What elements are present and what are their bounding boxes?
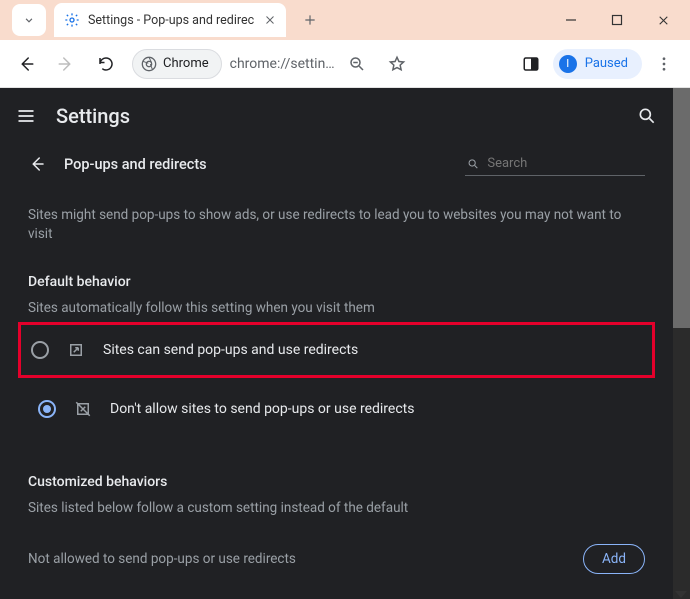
- tab-title: Settings - Pop-ups and redirec: [88, 13, 254, 28]
- minimize-icon: [565, 14, 577, 26]
- chrome-origin-chip[interactable]: Chrome: [132, 49, 222, 79]
- bookmark-button[interactable]: [379, 46, 415, 82]
- maximize-icon: [611, 14, 623, 26]
- chevron-down-icon: [22, 13, 36, 27]
- url-text: chrome://settin…: [230, 56, 335, 72]
- not-allowed-row: Not allowed to send pop-ups or use redir…: [28, 544, 645, 574]
- option-block-label: Don't allow sites to send pop-ups or use…: [110, 401, 414, 417]
- default-behavior-title: Default behavior: [28, 274, 645, 290]
- subheader-search[interactable]: [465, 152, 645, 176]
- settings-gear-icon: [64, 12, 80, 28]
- radio-unselected[interactable]: [31, 341, 49, 359]
- hamburger-icon: [16, 106, 36, 126]
- window-titlebar: Settings - Pop-ups and redirec: [0, 0, 690, 40]
- block-external-icon: [74, 400, 92, 418]
- vertical-scrollbar[interactable]: [673, 88, 690, 599]
- kebab-icon: [655, 55, 673, 73]
- page-description: Sites might send pop-ups to show ads, or…: [28, 206, 645, 244]
- new-tab-button[interactable]: [296, 6, 324, 34]
- arrow-right-icon: [57, 55, 75, 73]
- window-controls: [548, 0, 686, 40]
- subheader-title: Pop-ups and redirects: [64, 156, 207, 173]
- close-icon: [264, 14, 276, 26]
- page-subheader: Pop-ups and redirects: [28, 152, 645, 176]
- window-maximize-button[interactable]: [594, 0, 640, 40]
- window-close-button[interactable]: [640, 0, 686, 40]
- search-icon: [637, 106, 657, 126]
- browser-tab[interactable]: Settings - Pop-ups and redirec: [54, 3, 286, 37]
- scrollbar-thumb[interactable]: [673, 88, 690, 328]
- reload-icon: [97, 55, 115, 73]
- browser-menu-button[interactable]: [646, 46, 682, 82]
- panel-icon: [522, 55, 540, 73]
- address-bar[interactable]: Chrome chrome://settin…: [132, 49, 335, 79]
- option-allow-label: Sites can send pop-ups and use redirects: [103, 342, 358, 358]
- radio-selected[interactable]: [38, 400, 56, 418]
- chrome-chip-label: Chrome: [163, 56, 209, 71]
- settings-menu-button[interactable]: [16, 106, 36, 126]
- subheader-back-button[interactable]: [28, 155, 46, 173]
- tab-search-dropdown[interactable]: [12, 4, 46, 36]
- settings-search-button[interactable]: [637, 106, 657, 126]
- not-allowed-label: Not allowed to send pop-ups or use redir…: [28, 551, 296, 567]
- settings-viewport: Settings Pop-ups and redirects Sites mig…: [0, 88, 673, 599]
- customized-title: Customized behaviors: [28, 474, 645, 490]
- zoom-button[interactable]: [339, 46, 375, 82]
- arrow-left-icon: [17, 55, 35, 73]
- magnify-minus-icon: [348, 55, 366, 73]
- tab-close-button[interactable]: [262, 12, 278, 28]
- reload-button[interactable]: [88, 46, 124, 82]
- search-icon: [467, 157, 479, 171]
- open-external-icon: [67, 341, 85, 359]
- subheader-search-input[interactable]: [487, 156, 643, 171]
- resize-grip-icon: [675, 591, 687, 598]
- settings-appbar-title: Settings: [56, 104, 130, 128]
- close-icon: [657, 14, 670, 27]
- star-icon: [388, 55, 406, 73]
- browser-toolbar: Chrome chrome://settin… I Paused: [0, 40, 690, 88]
- chrome-logo-icon: [141, 56, 157, 72]
- side-panel-button[interactable]: [513, 46, 549, 82]
- back-button[interactable]: [8, 46, 44, 82]
- option-allow-popups[interactable]: Sites can send pop-ups and use redirects: [18, 322, 655, 378]
- profile-avatar: I: [559, 55, 577, 73]
- option-block-popups[interactable]: Don't allow sites to send pop-ups or use…: [28, 384, 645, 434]
- settings-appbar: Settings: [0, 88, 673, 144]
- profile-paused-chip[interactable]: I Paused: [553, 49, 642, 79]
- default-behavior-subtitle: Sites automatically follow this setting …: [28, 300, 645, 316]
- customized-subtitle: Sites listed below follow a custom setti…: [28, 500, 645, 516]
- forward-button[interactable]: [48, 46, 84, 82]
- plus-icon: [303, 13, 317, 27]
- window-minimize-button[interactable]: [548, 0, 594, 40]
- profile-paused-label: Paused: [585, 56, 628, 71]
- add-site-button[interactable]: Add: [583, 544, 645, 574]
- arrow-left-icon: [28, 155, 46, 173]
